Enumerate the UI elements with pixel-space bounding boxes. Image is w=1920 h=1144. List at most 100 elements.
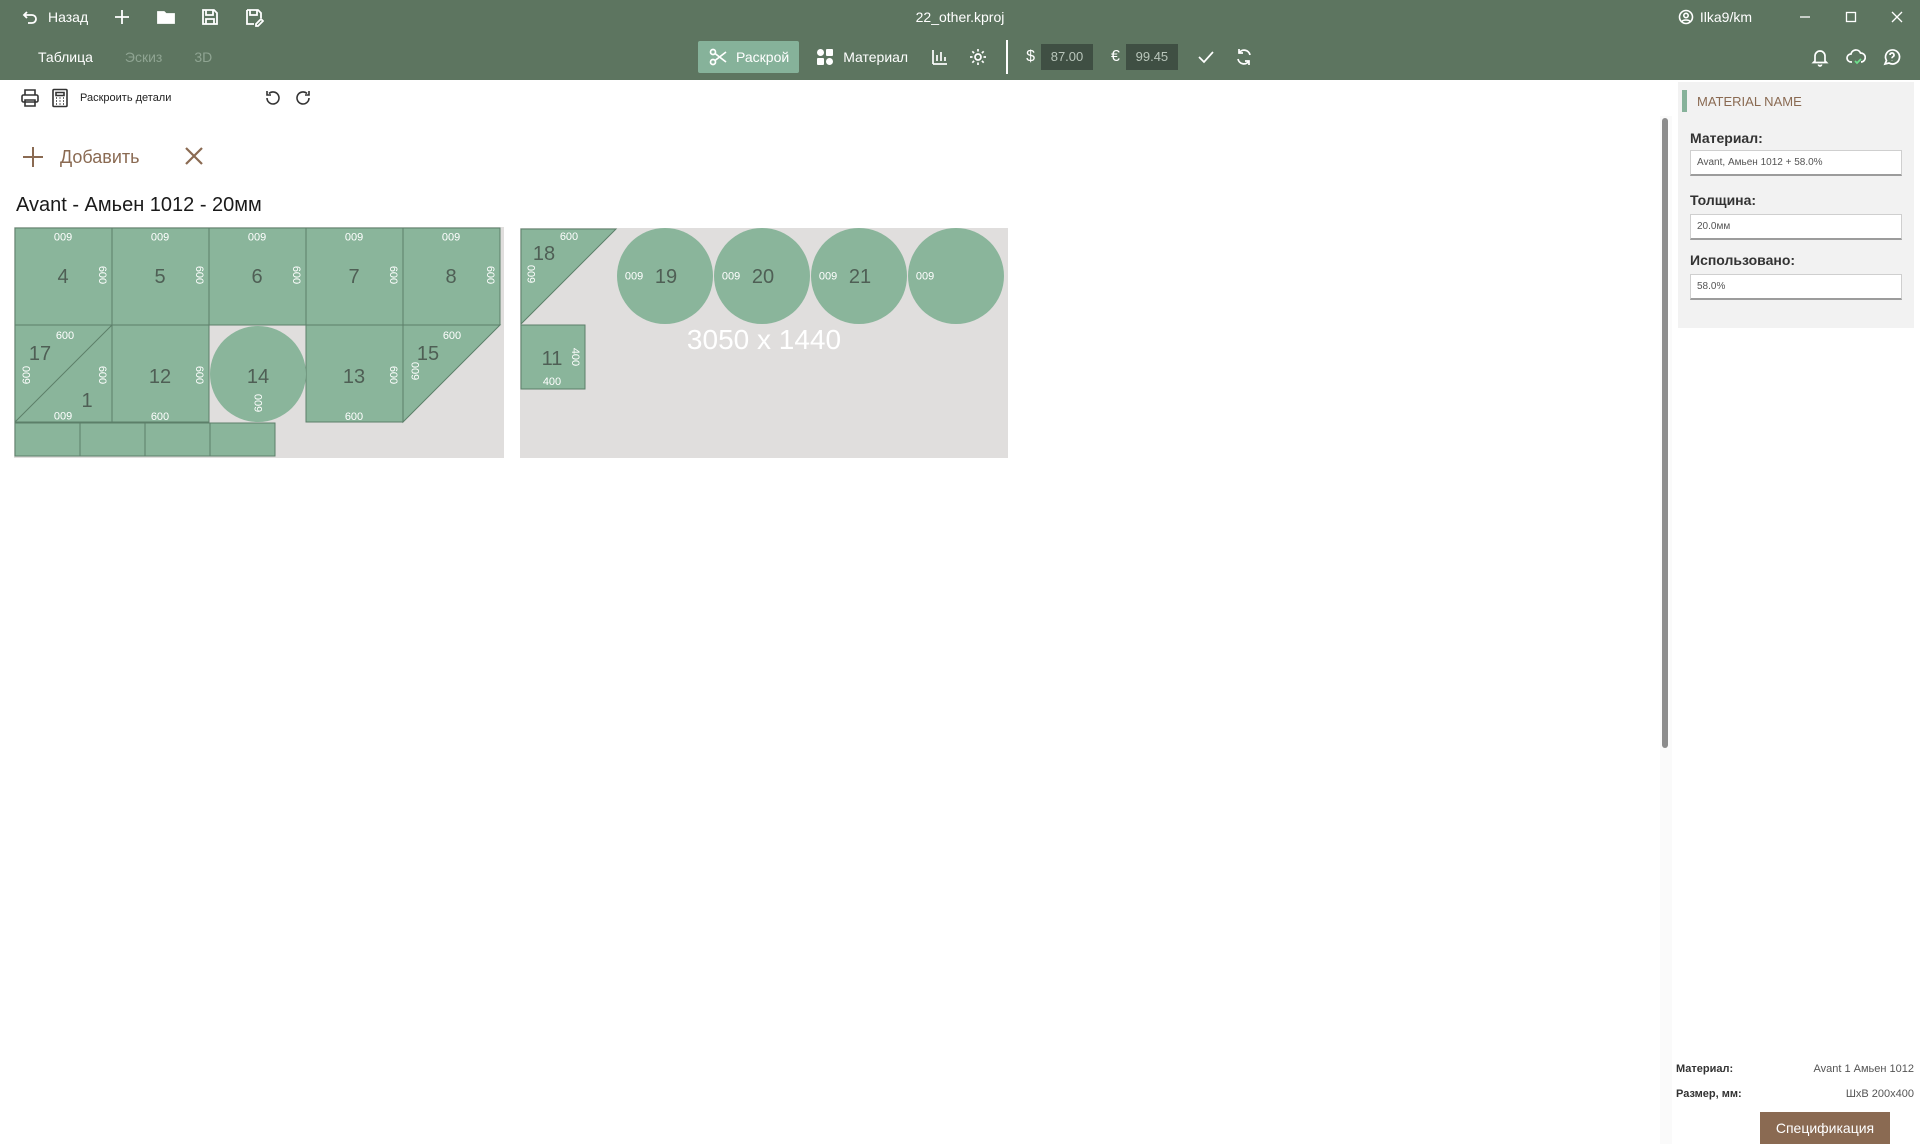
- strip-4[interactable]: [209, 422, 276, 457]
- dim-13-bottom: 600: [345, 411, 363, 423]
- close-window-button[interactable]: [1874, 0, 1920, 34]
- minimize-button[interactable]: [1782, 0, 1828, 34]
- label-part-5: 5: [154, 266, 165, 288]
- dim-6-top: 600: [248, 230, 266, 242]
- calculator-icon: [52, 88, 68, 108]
- redo-button[interactable]: [289, 84, 317, 112]
- apply-rates-button[interactable]: [1190, 41, 1222, 73]
- settings-button[interactable]: [962, 41, 994, 73]
- sheet-2-size-label: 3050 x 1440: [687, 324, 841, 355]
- undo-arrow-icon: [22, 11, 37, 24]
- back-button[interactable]: Назад: [10, 0, 98, 34]
- properties-panel: MATERIAL NAME Материал: Avant, Амьен 101…: [1676, 80, 1920, 1144]
- plus-icon: [23, 147, 43, 167]
- dim-16-top: 600: [56, 330, 74, 342]
- cut-layout-area: Добавить Avant - Амьен 1012 - 20мм 4 5 6…: [0, 116, 1660, 1144]
- label-part-20: 21: [849, 266, 871, 288]
- label-part-8: 8: [445, 266, 456, 288]
- dim-8-side: 600: [484, 266, 496, 284]
- eur-rate-input[interactable]: [1125, 44, 1178, 70]
- dim-12-side: 600: [193, 366, 205, 384]
- refresh-rates-button[interactable]: [1228, 41, 1260, 73]
- add-label: Добавить: [60, 146, 140, 167]
- cloud-sync-button[interactable]: [1840, 41, 1872, 73]
- dim-6-side: 600: [290, 266, 302, 284]
- gear-icon: [970, 49, 987, 65]
- dim-12-bottom: 600: [151, 411, 169, 423]
- dim-21: 600: [916, 269, 934, 281]
- material-swatches-icon: [817, 49, 834, 65]
- user-account[interactable]: Ilka9/km: [1678, 9, 1752, 25]
- panel-header-title: MATERIAL NAME: [1697, 93, 1802, 109]
- title-bar: Назад 22_other.kproj Ilka9/km: [0, 0, 1920, 34]
- folder-icon: [157, 11, 176, 24]
- footer-size-row: Размер, мм: ШхВ 200х400: [1676, 1088, 1920, 1108]
- header-accent: [1682, 90, 1687, 112]
- report-button[interactable]: [924, 41, 956, 73]
- dim-17-side: 600: [526, 265, 538, 283]
- dim-18: 600: [625, 269, 643, 281]
- save-icon: [202, 9, 219, 25]
- material-field[interactable]: Avant, Амьен 1012 + 58.0%: [1690, 150, 1902, 176]
- user-name: Ilka9/km: [1699, 9, 1752, 25]
- dim-17-top: 600: [560, 231, 578, 243]
- dim-13-side: 600: [387, 366, 399, 384]
- footer-material-key: Материал:: [1676, 1063, 1734, 1075]
- sheet-1: 4 5 6 7 8 17 1 12 14 13 15 600 600 600 6…: [14, 227, 504, 458]
- footer-size-value: ШхВ 200х400: [1845, 1088, 1914, 1100]
- strip-3[interactable]: [144, 422, 211, 457]
- eur-symbol: €: [1111, 48, 1120, 65]
- label-part-18: 19: [655, 266, 677, 288]
- thickness-label: Толщина:: [1690, 192, 1757, 208]
- print-button[interactable]: [16, 84, 44, 112]
- maximize-button[interactable]: [1828, 0, 1874, 34]
- notifications-button[interactable]: [1804, 41, 1836, 73]
- label-part-11: 11: [542, 348, 563, 370]
- used-label: Использовано:: [1690, 252, 1796, 268]
- dim-7-side: 600: [387, 266, 399, 284]
- material-heading: Avant - Амьен 1012 - 20мм: [16, 194, 262, 216]
- open-folder-button[interactable]: [146, 0, 186, 34]
- minimize-icon: [1800, 16, 1810, 18]
- refresh-icon: [1237, 49, 1251, 65]
- strip-1[interactable]: [14, 422, 81, 457]
- help-button[interactable]: [1876, 41, 1908, 73]
- save-button[interactable]: [190, 0, 230, 34]
- tab-table[interactable]: Таблица: [22, 49, 109, 65]
- dim-15-top: 600: [443, 330, 461, 342]
- label-part-14: 14: [247, 366, 269, 388]
- plus-icon: [115, 10, 130, 24]
- tab-sketch[interactable]: Эскиз: [109, 49, 178, 65]
- label-part-6: 6: [251, 266, 262, 288]
- thickness-field[interactable]: 20.0мм: [1690, 214, 1902, 240]
- used-field[interactable]: 58.0%: [1690, 274, 1902, 300]
- material-button[interactable]: Материал: [805, 41, 918, 73]
- add-sheet-button[interactable]: Добавить: [20, 144, 140, 170]
- dim-5-side: 600: [193, 266, 205, 284]
- scissors-icon: [709, 48, 727, 66]
- dim-4-top: 600: [54, 230, 72, 242]
- rotate-ccw-icon: [266, 91, 281, 105]
- material-label: Материал: [843, 49, 909, 65]
- dim-1-side: 600: [96, 366, 108, 384]
- label-part-4: 4: [57, 266, 68, 288]
- dim-11-side: 400: [569, 348, 581, 366]
- scrollbar-thumb[interactable]: [1662, 118, 1668, 748]
- usd-rate-input[interactable]: [1041, 44, 1093, 70]
- dim-1-bottom: 600: [54, 409, 72, 421]
- undo-button[interactable]: [259, 84, 287, 112]
- tab-3d[interactable]: 3D: [178, 49, 228, 65]
- usd-symbol: $: [1026, 48, 1035, 65]
- cut-details-label[interactable]: Раскроить детали: [80, 92, 171, 104]
- save-as-button[interactable]: [234, 0, 274, 34]
- remove-button[interactable]: [182, 144, 208, 170]
- cut-button[interactable]: Раскрой: [698, 41, 800, 73]
- specification-button[interactable]: Спецификация: [1760, 1112, 1890, 1144]
- new-file-button[interactable]: [102, 0, 142, 34]
- strip-2[interactable]: [79, 422, 146, 457]
- close-icon: [184, 147, 203, 165]
- check-icon: [1198, 51, 1214, 64]
- user-circle-icon: [1678, 9, 1694, 25]
- calculate-cut-button[interactable]: [46, 84, 74, 112]
- label-part-17: 18: [533, 243, 555, 265]
